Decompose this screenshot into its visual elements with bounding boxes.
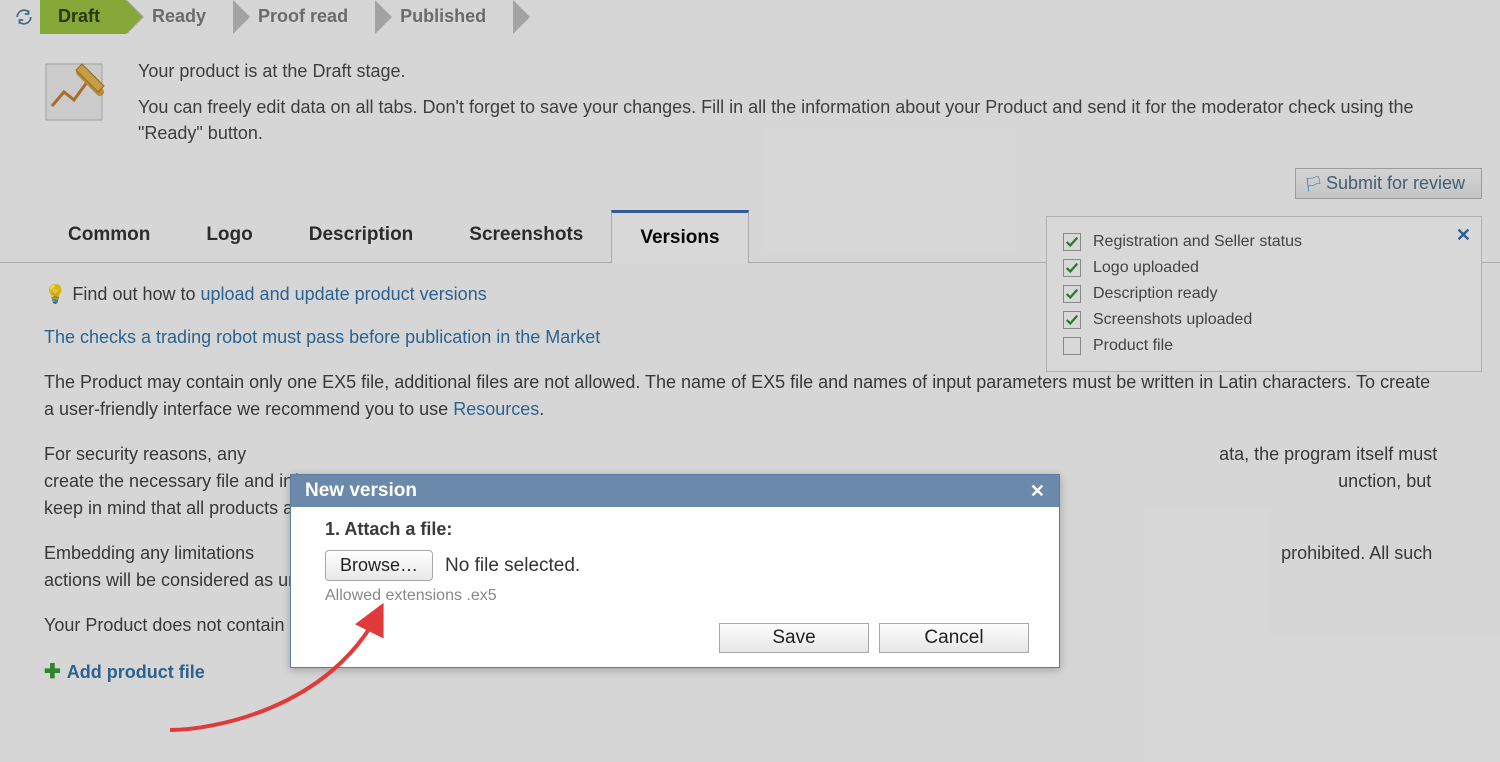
add-product-file-link[interactable]: ✚ Add product file — [44, 657, 205, 687]
tab-description[interactable]: Description — [281, 210, 442, 262]
para-product-suffix: . — [539, 399, 544, 419]
tab-screenshots[interactable]: Screenshots — [441, 210, 611, 262]
modal-actions: Save Cancel — [325, 605, 1039, 653]
info-box: Your product is at the Draft stage. You … — [0, 34, 1500, 166]
check-label: Screenshots uploaded — [1093, 311, 1252, 329]
checkbox-checked-icon — [1063, 259, 1081, 277]
lightbulb-icon: 💡 — [44, 281, 66, 308]
flag-icon: 🏳 — [1304, 175, 1323, 193]
info-line1: Your product is at the Draft stage. — [138, 58, 1460, 84]
check-label: Registration and Seller status — [1093, 233, 1302, 251]
draft-stage-icon — [40, 58, 112, 130]
stage-draft[interactable]: Draft — [40, 0, 126, 34]
file-row: Browse… No file selected. — [325, 550, 1039, 581]
modal-step-label: 1. Attach a file: — [325, 519, 1039, 540]
plus-icon: ✚ — [44, 657, 61, 687]
para-product-prefix: The Product may contain only one EX5 fil… — [44, 372, 1430, 419]
check-registration: Registration and Seller status — [1063, 229, 1465, 255]
stage-proofread[interactable]: Proof read — [232, 0, 374, 34]
resources-link[interactable]: Resources — [453, 399, 539, 419]
modal-body: 1. Attach a file: Browse… No file select… — [291, 507, 1059, 667]
check-product-file: Product file — [1063, 333, 1465, 359]
check-label: Product file — [1093, 337, 1173, 355]
modal-title-text: New version — [305, 480, 417, 502]
hint-prefix: Find out how to — [72, 284, 200, 304]
stage-published[interactable]: Published — [374, 0, 512, 34]
modal-titlebar: New version ✕ — [291, 475, 1059, 507]
para-product: The Product may contain only one EX5 fil… — [44, 369, 1444, 423]
tab-logo[interactable]: Logo — [178, 210, 280, 262]
page-root: Draft Ready Proof read Published Your pr… — [0, 0, 1500, 762]
checks-link[interactable]: The checks a trading robot must pass bef… — [44, 327, 600, 347]
info-line2: You can freely edit data on all tabs. Do… — [138, 94, 1460, 146]
tab-versions[interactable]: Versions — [611, 210, 748, 263]
checkbox-checked-icon — [1063, 233, 1081, 251]
modal-close-icon[interactable]: ✕ — [1030, 481, 1045, 502]
check-logo: Logo uploaded — [1063, 255, 1465, 281]
para-embedding-prefix: Embedding any limitations — [44, 543, 259, 563]
refresh-icon[interactable] — [8, 0, 40, 34]
checklist-panel: ✕ Registration and Seller status Logo up… — [1046, 216, 1482, 372]
new-version-modal: New version ✕ 1. Attach a file: Browse… … — [290, 474, 1060, 668]
checkbox-checked-icon — [1063, 311, 1081, 329]
check-label: Logo uploaded — [1093, 259, 1199, 277]
save-button[interactable]: Save — [719, 623, 869, 653]
browse-button[interactable]: Browse… — [325, 550, 433, 581]
hint-link[interactable]: upload and update product versions — [201, 284, 487, 304]
check-description: Description ready — [1063, 281, 1465, 307]
add-file-label: Add product file — [67, 659, 205, 686]
allowed-extensions-text: Allowed extensions .ex5 — [325, 587, 1039, 605]
submit-for-review-button[interactable]: 🏳 Submit for review — [1295, 168, 1482, 199]
submit-button-label: Submit for review — [1326, 173, 1465, 193]
checkbox-unchecked-icon — [1063, 337, 1081, 355]
check-screenshots: Screenshots uploaded — [1063, 307, 1465, 333]
cancel-button[interactable]: Cancel — [879, 623, 1029, 653]
para-security-prefix: For security reasons, any — [44, 444, 251, 464]
check-label: Description ready — [1093, 285, 1218, 303]
no-file-text: No file selected. — [445, 555, 580, 577]
tab-common[interactable]: Common — [40, 210, 178, 262]
info-text: Your product is at the Draft stage. You … — [138, 58, 1460, 156]
stage-breadcrumb: Draft Ready Proof read Published — [0, 0, 1500, 34]
close-icon[interactable]: ✕ — [1456, 225, 1471, 246]
checkbox-checked-icon — [1063, 285, 1081, 303]
